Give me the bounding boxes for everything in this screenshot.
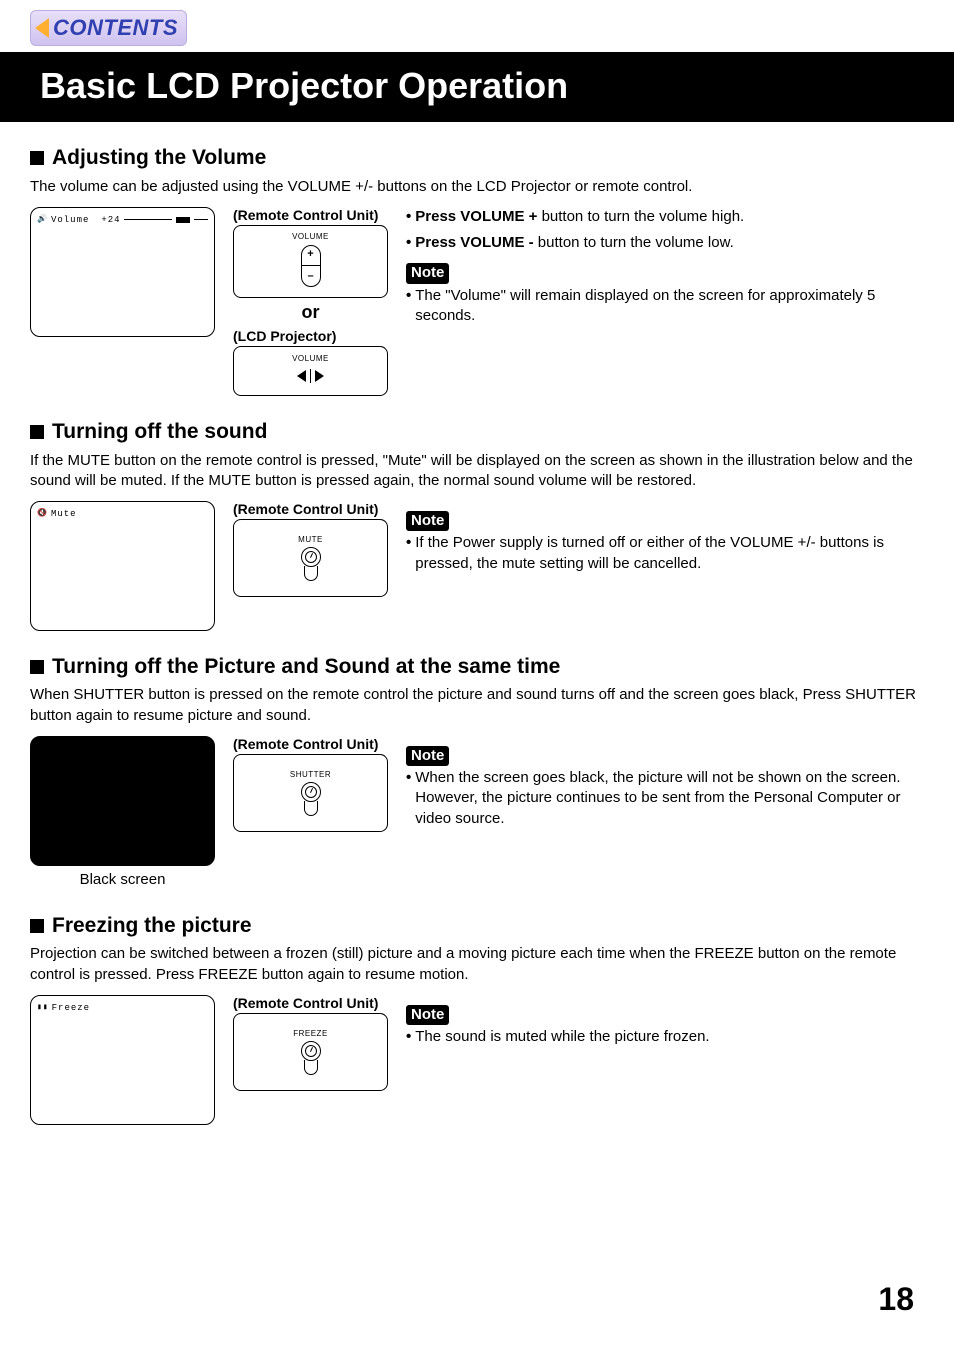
note-text: When the screen goes black, the picture … xyxy=(415,768,924,829)
section-heading: Adjusting the Volume xyxy=(52,144,266,172)
section-turning-off-sound: Turning off the sound If the MUTE button… xyxy=(30,418,924,631)
osd-volume-value: +24 xyxy=(101,214,120,226)
note-badge: Note xyxy=(406,263,449,283)
bullet-text: Press VOLUME + button to turn the volume… xyxy=(415,207,744,227)
volume-rocker-button: + – xyxy=(301,245,321,287)
remote-frame-mute: MUTE xyxy=(233,519,388,597)
note-text: The "Volume" will remain displayed on th… xyxy=(415,286,924,327)
bullet-text: Press VOLUME - button to turn the volume… xyxy=(415,233,734,253)
volume-left-right-icon xyxy=(297,367,324,385)
section-intro: Projection can be switched between a fro… xyxy=(30,944,924,985)
section-heading: Freezing the picture xyxy=(52,912,252,940)
section-freeze: Freezing the picture Projection can be s… xyxy=(30,912,924,1125)
mute-button-icon xyxy=(301,547,321,567)
bullet-square-icon xyxy=(30,919,44,933)
bullet-square-icon xyxy=(30,151,44,165)
osd-screen-mute: 🔇 Mute xyxy=(30,501,215,631)
osd-illustration-container: Black screen xyxy=(30,736,215,890)
section-shutter: Turning off the Picture and Sound at the… xyxy=(30,653,924,890)
note-text: If the Power supply is turned off or eit… xyxy=(415,533,924,574)
lcd-projector-label: (LCD Projector) xyxy=(233,328,388,344)
osd-illustration-container: 🔊 Volume +24 xyxy=(30,207,215,337)
osd-screen-freeze: ▮▮ Freeze xyxy=(30,995,215,1125)
or-label: or xyxy=(233,300,388,324)
osd-screen-black xyxy=(30,736,215,866)
section-adjusting-volume: Adjusting the Volume The volume can be a… xyxy=(30,144,924,396)
remote-frame-freeze: FREEZE xyxy=(233,1013,388,1091)
info-column-volume: • Press VOLUME + button to turn the volu… xyxy=(406,207,924,326)
speaker-icon: 🔊 xyxy=(37,215,48,226)
contents-nav-button[interactable]: CONTENTS xyxy=(30,10,187,46)
bullet-dot-icon: • xyxy=(406,768,411,829)
freeze-button-icon xyxy=(301,1041,321,1061)
bullet-square-icon xyxy=(30,660,44,674)
black-screen-caption: Black screen xyxy=(30,870,215,890)
bullet-dot-icon: • xyxy=(406,233,411,253)
shutter-button-label: SHUTTER xyxy=(290,770,331,781)
section-intro: If the MUTE button on the remote control… xyxy=(30,451,924,492)
projector-frame-volume: VOLUME xyxy=(233,346,388,396)
section-heading: Turning off the sound xyxy=(52,418,267,446)
section-heading: Turning off the Picture and Sound at the… xyxy=(52,653,560,681)
plus-icon: + xyxy=(307,247,313,262)
info-column-freeze: Note • The sound is muted while the pict… xyxy=(406,995,924,1048)
section-intro: The volume can be adjusted using the VOL… xyxy=(30,177,924,197)
page-title: Basic LCD Projector Operation xyxy=(40,62,924,111)
info-column-mute: Note • If the Power supply is turned off… xyxy=(406,501,924,574)
osd-screen-volume: 🔊 Volume +24 xyxy=(30,207,215,337)
bullet-dot-icon: • xyxy=(406,286,411,327)
osd-illustration-container: ▮▮ Freeze xyxy=(30,995,215,1125)
page-number: 18 xyxy=(878,1278,914,1321)
remote-diagram-column: (Remote Control Unit) FREEZE xyxy=(233,995,388,1091)
remote-unit-label: (Remote Control Unit) xyxy=(233,995,388,1011)
contents-label: CONTENTS xyxy=(53,13,178,43)
osd-volume-label: Volume xyxy=(51,214,89,226)
mute-icon: 🔇 xyxy=(37,509,48,520)
note-badge: Note xyxy=(406,511,449,531)
freeze-button-label: FREEZE xyxy=(293,1029,328,1040)
shutter-button-icon xyxy=(301,782,321,802)
remote-diagram-column: (Remote Control Unit) VOLUME + – or (LCD… xyxy=(233,207,388,396)
note-badge: Note xyxy=(406,1005,449,1025)
note-badge: Note xyxy=(406,746,449,766)
remote-diagram-column: (Remote Control Unit) MUTE xyxy=(233,501,388,597)
section-intro: When SHUTTER button is pressed on the re… xyxy=(30,685,924,726)
remote-unit-label: (Remote Control Unit) xyxy=(233,207,388,223)
volume-button-label: VOLUME xyxy=(292,232,329,243)
volume-button-label-2: VOLUME xyxy=(292,354,329,365)
bullet-square-icon xyxy=(30,425,44,439)
bullet-dot-icon: • xyxy=(406,207,411,227)
osd-mute-label: Mute xyxy=(51,508,77,520)
osd-freeze-label: Freeze xyxy=(52,1002,90,1014)
remote-frame-volume: VOLUME + – xyxy=(233,225,388,298)
volume-scale-icon xyxy=(124,217,208,223)
osd-illustration-container: 🔇 Mute xyxy=(30,501,215,631)
minus-icon: – xyxy=(307,269,313,284)
note-text: The sound is muted while the picture fro… xyxy=(415,1027,709,1047)
remote-unit-label: (Remote Control Unit) xyxy=(233,736,388,752)
back-arrow-icon xyxy=(35,18,49,38)
info-column-shutter: Note • When the screen goes black, the p… xyxy=(406,736,924,829)
bullet-dot-icon: • xyxy=(406,533,411,574)
mute-button-label: MUTE xyxy=(298,535,323,546)
page-title-bar: Basic LCD Projector Operation xyxy=(0,52,954,123)
remote-frame-shutter: SHUTTER xyxy=(233,754,388,832)
freeze-icon: ▮▮ xyxy=(37,1003,49,1014)
remote-unit-label: (Remote Control Unit) xyxy=(233,501,388,517)
bullet-dot-icon: • xyxy=(406,1027,411,1047)
remote-diagram-column: (Remote Control Unit) SHUTTER xyxy=(233,736,388,832)
